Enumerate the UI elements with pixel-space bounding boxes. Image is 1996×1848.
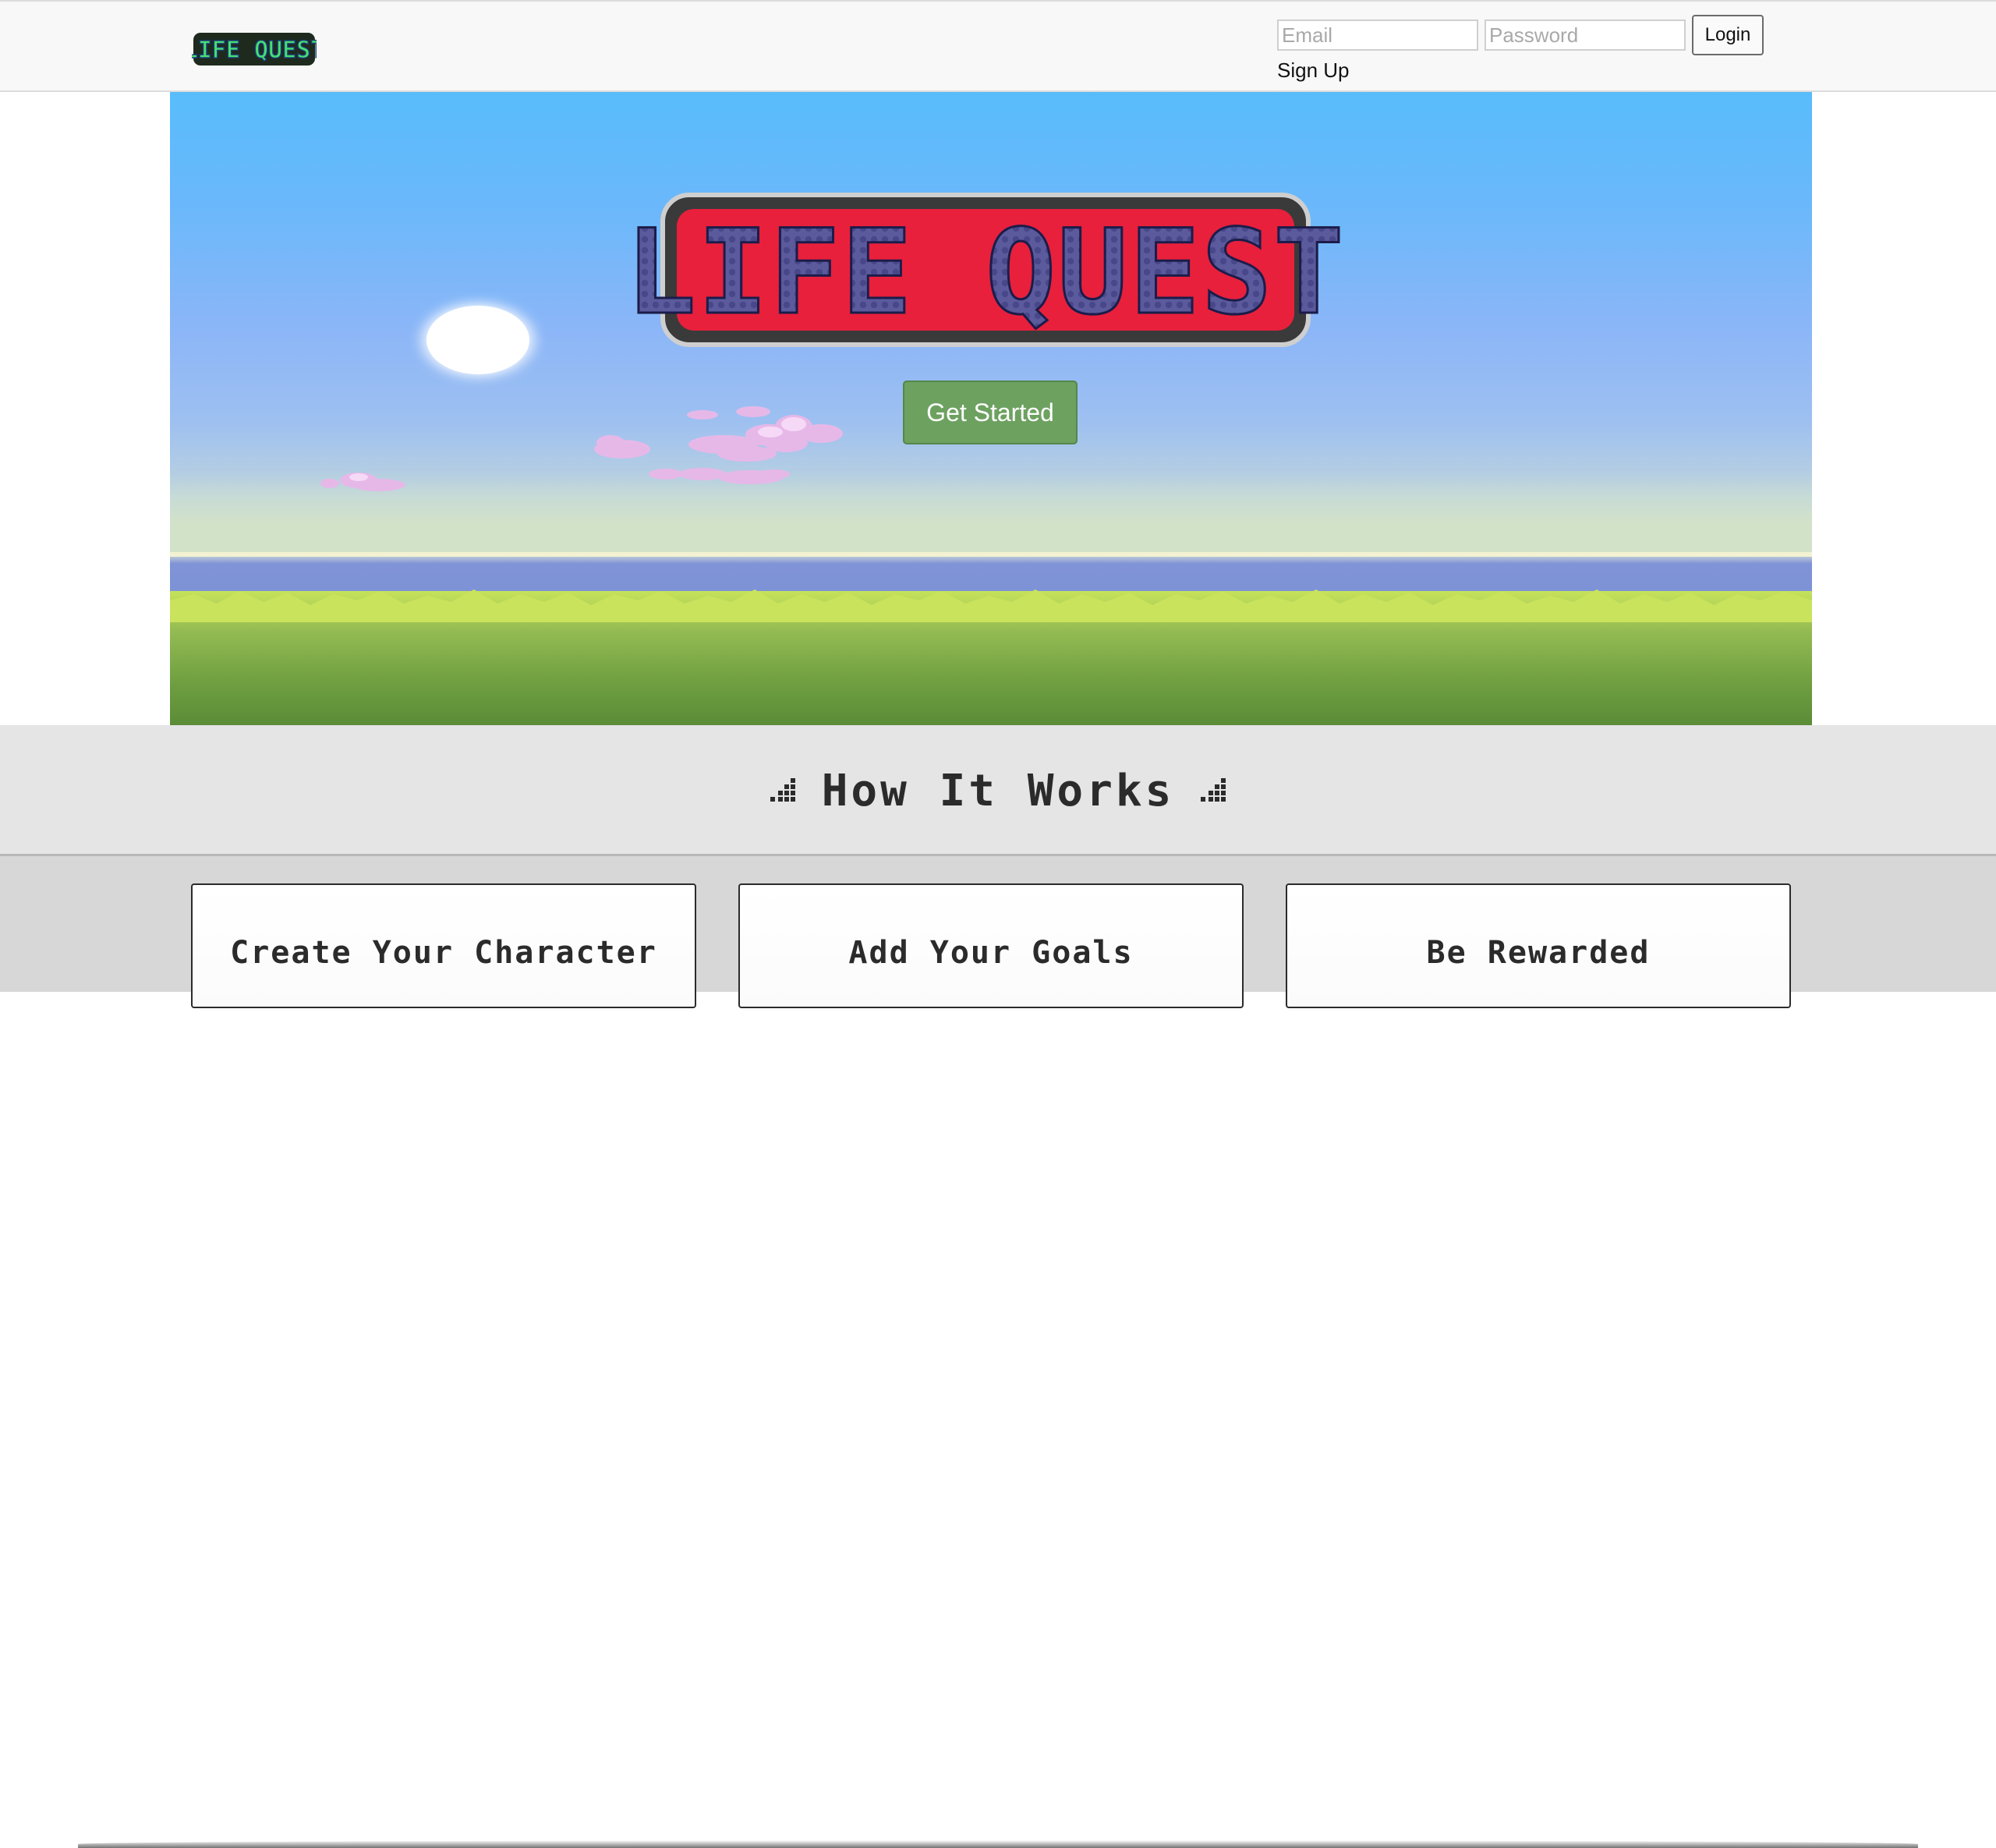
pixel-equalizer-icon (1201, 778, 1226, 802)
step-card-be-rewarded: Be Rewarded (1286, 883, 1791, 1008)
get-started-button[interactable]: Get Started (903, 381, 1078, 444)
email-input[interactable] (1277, 19, 1478, 51)
login-button[interactable]: Login (1692, 15, 1764, 55)
how-it-works-header: How It Works (0, 725, 1996, 856)
hero-logo-text: LIFE QUEST (625, 205, 1345, 341)
horizon-line (170, 552, 1812, 557)
pixel-equalizer-icon (770, 778, 795, 802)
how-it-works-title: How It Works (821, 765, 1175, 816)
password-input[interactable] (1485, 19, 1686, 51)
sign-up-link[interactable]: Sign Up (1277, 58, 1350, 83)
step-title: Be Rewarded (1426, 935, 1651, 971)
step-card-create-character: Create Your Character (191, 883, 696, 1008)
step-title: Create Your Character (230, 935, 657, 971)
clouds (320, 406, 843, 491)
hero-banner: LIFE QUEST Get Started (170, 92, 1812, 725)
grass-edge (170, 589, 1812, 622)
sun (426, 306, 529, 374)
hero-logo: LIFE QUEST (625, 193, 1345, 347)
brand-logo-text: LIFE QUEST (192, 37, 317, 64)
brand-logo[interactable]: LIFE QUEST (192, 30, 317, 69)
steps-section: Create Your Character Add Your Goals Be … (0, 856, 1996, 1848)
bottom-shadow (78, 1840, 1918, 1848)
top-navbar: LIFE QUEST Login Sign Up (0, 0, 1996, 92)
step-card-add-goals: Add Your Goals (738, 883, 1244, 1008)
step-title: Add Your Goals (848, 935, 1134, 971)
